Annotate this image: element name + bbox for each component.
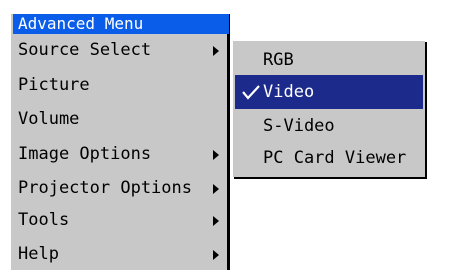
arrow-right-icon [213, 250, 219, 260]
submenu-item-label: S-Video [263, 116, 335, 136]
menu-item-image-options[interactable]: Image Options [11, 138, 227, 170]
menu-title: Advanced Menu [13, 14, 229, 34]
menu-item-help[interactable]: Help [11, 238, 227, 270]
menu-item-label: Help [18, 244, 59, 264]
submenu-item-label: PC Card Viewer [263, 148, 407, 168]
arrow-right-icon [213, 46, 219, 56]
source-select-submenu: RGB Video S-Video PC Card Viewer [232, 40, 425, 177]
submenu-item-label: Video [263, 82, 315, 102]
menu-item-label: Image Options [18, 144, 152, 164]
arrow-right-icon [213, 216, 219, 226]
menu-item-picture[interactable]: Picture [11, 69, 227, 101]
menu-item-label: Picture [18, 75, 90, 95]
menu-item-label: Projector Options [18, 178, 192, 198]
menu-item-label: Tools [18, 210, 70, 230]
menu-item-tools[interactable]: Tools [11, 204, 227, 236]
submenu-item-rgb[interactable]: RGB [233, 43, 421, 77]
menu-item-label: Source Select [18, 40, 152, 60]
submenu-item-s-video[interactable]: S-Video [233, 109, 421, 143]
check-icon [242, 85, 260, 100]
submenu-item-video[interactable]: Video [235, 75, 423, 109]
menu-item-projector-options[interactable]: Projector Options [11, 172, 227, 204]
submenu-item-pc-card-viewer[interactable]: PC Card Viewer [233, 141, 421, 175]
advanced-menu: Advanced Menu Source Select Picture Volu… [10, 14, 229, 270]
menu-item-label: Volume [18, 109, 80, 129]
arrow-right-icon [213, 150, 219, 160]
submenu-item-label: RGB [263, 50, 294, 70]
menu-item-volume[interactable]: Volume [11, 103, 227, 135]
arrow-right-icon [213, 184, 219, 194]
menu-item-source-select[interactable]: Source Select [11, 34, 227, 66]
